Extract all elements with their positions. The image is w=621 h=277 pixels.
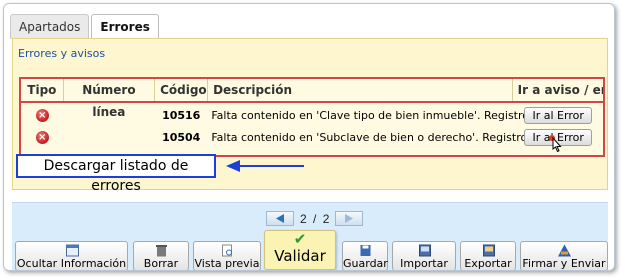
- main-window: Apartados Errores Errores y avisos Tipo …: [3, 3, 615, 271]
- tab-bar: Apartados Errores: [10, 14, 161, 40]
- mouse-cursor-icon: [549, 134, 562, 152]
- chevron-left-icon: [276, 214, 284, 223]
- row-codigo: 10516: [162, 108, 201, 122]
- export-icon: [483, 244, 495, 257]
- export-button[interactable]: Exportar: [460, 241, 516, 270]
- current-page: 2: [300, 211, 307, 226]
- preview-button[interactable]: Vista previa: [193, 241, 261, 270]
- column-header-ir: Ir a aviso / erro: [517, 83, 603, 97]
- checkmark-icon: ✔: [293, 230, 307, 248]
- pager: 2 / 2: [266, 210, 364, 227]
- total-pages: 2: [322, 211, 330, 226]
- preview-icon: [222, 244, 232, 257]
- validate-button[interactable]: ✔ Validar: [264, 230, 336, 270]
- save-icon: [360, 245, 371, 256]
- save-button[interactable]: Guardar: [342, 241, 388, 270]
- page-separator: /: [313, 211, 317, 226]
- panel-title: Errores y avisos: [18, 47, 106, 60]
- trash-icon: [156, 245, 167, 257]
- table-row: × 10504 Falta contenido en 'Subclave de …: [21, 126, 603, 152]
- previous-page-button[interactable]: [266, 211, 294, 226]
- next-page-button[interactable]: [335, 211, 364, 226]
- column-header-codigo: Código: [155, 79, 209, 101]
- column-header-tipo: Tipo: [21, 79, 64, 101]
- go-to-error-button[interactable]: Ir al Error: [524, 106, 592, 124]
- sign-and-send-button[interactable]: Firmar y Enviar: [520, 241, 608, 270]
- chevron-right-icon: [345, 214, 354, 223]
- delete-button[interactable]: Borrar: [133, 241, 189, 270]
- error-icon: ×: [35, 131, 49, 144]
- error-icon: ×: [35, 109, 49, 122]
- errors-table: Tipo Número línea Código Descripción Ir …: [19, 77, 605, 157]
- import-icon: [419, 244, 431, 257]
- row-descripcion: Falta contenido en 'Subclave de bien o d…: [211, 130, 555, 144]
- table-header: Tipo Número línea Código Descripción Ir …: [21, 79, 603, 119]
- import-button[interactable]: Importar: [392, 241, 456, 270]
- download-errors-link[interactable]: Descargar listado de errores: [16, 154, 216, 194]
- pointer-arrow-icon: [226, 160, 304, 172]
- column-header-descripcion: Descripción: [208, 79, 513, 101]
- tab-errores[interactable]: Errores: [91, 14, 159, 40]
- tab-apartados[interactable]: Apartados: [10, 14, 90, 39]
- column-header-numero: Número línea: [64, 79, 156, 119]
- sign-send-icon: [558, 244, 571, 257]
- row-descripcion: Falta contenido en 'Clave tipo de bien i…: [211, 108, 557, 122]
- hide-info-button[interactable]: Ocultar Información: [15, 241, 128, 270]
- row-codigo: 10504: [162, 130, 201, 144]
- window-icon: [66, 244, 79, 257]
